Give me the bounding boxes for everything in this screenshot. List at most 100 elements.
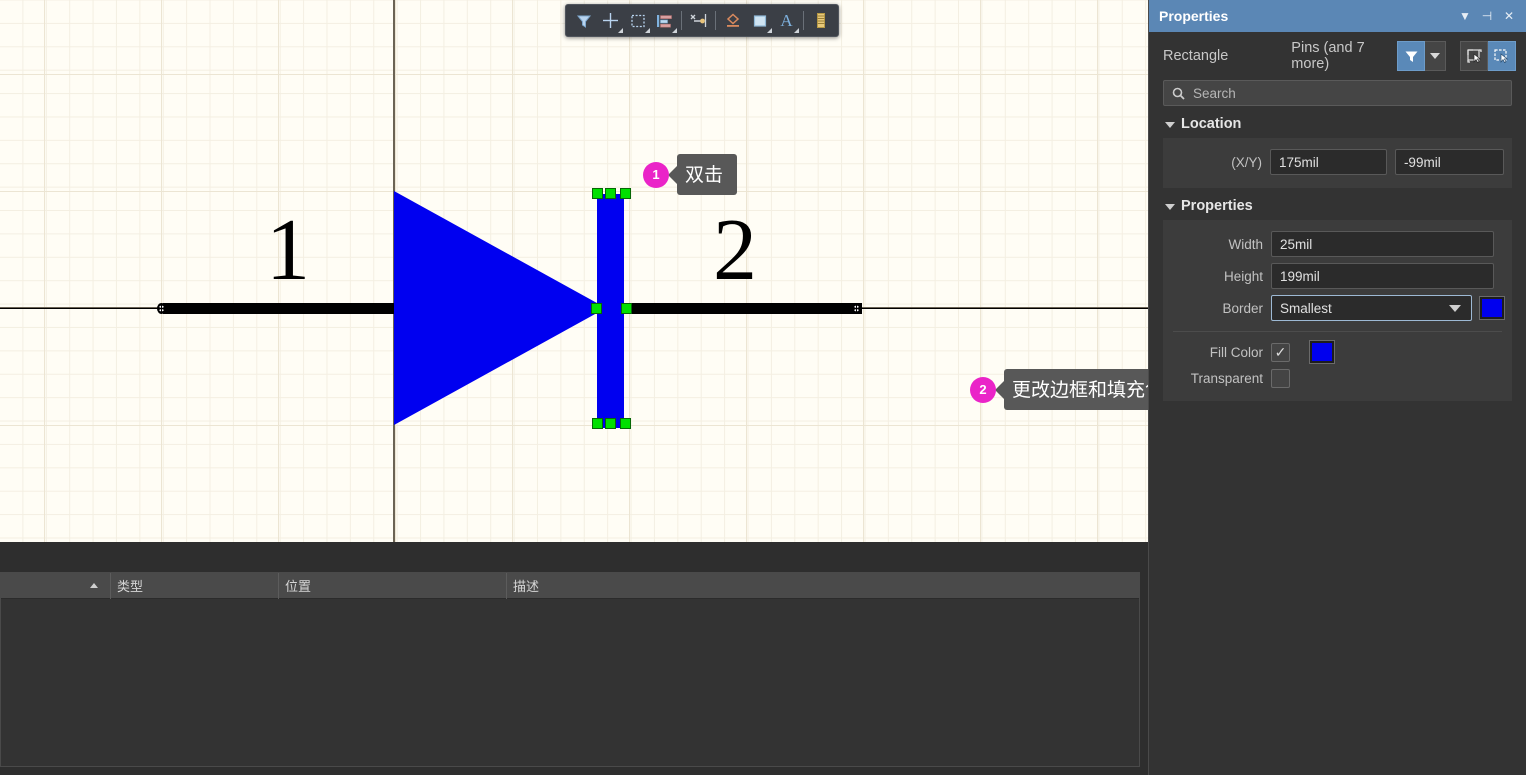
text-dropdown-caret[interactable] <box>794 28 799 33</box>
search-row: Search <box>1149 80 1526 106</box>
selection-handle-bottom-right[interactable] <box>620 418 631 429</box>
properties-object-bar: Rectangle Pins (and 7 more) <box>1149 32 1526 80</box>
transparent-row: Transparent <box>1163 366 1512 391</box>
filter-dropdown-caret[interactable] <box>1425 41 1446 71</box>
select-inside-icon[interactable] <box>1460 41 1488 71</box>
collapse-triangle-icon[interactable] <box>1165 204 1175 210</box>
chevron-down-icon[interactable] <box>1449 304 1461 312</box>
width-row: Width 25mil <box>1163 228 1512 260</box>
section-title-properties: Properties <box>1181 198 1253 214</box>
pin-number-1: 1 <box>266 202 310 299</box>
width-field[interactable]: 25mil <box>1271 231 1494 257</box>
width-label: Width <box>1228 236 1263 252</box>
callout-1-text: 双击 <box>677 154 738 195</box>
filter-icon[interactable] <box>570 7 597 34</box>
place-pin-icon[interactable] <box>685 7 712 34</box>
place-text-icon[interactable]: A <box>773 7 800 34</box>
section-title-location: Location <box>1181 116 1242 132</box>
fill-color-label: Fill Color <box>1209 344 1263 360</box>
close-icon[interactable]: ✕ <box>1498 5 1520 27</box>
border-row: Border Smallest <box>1163 292 1512 324</box>
collapse-triangle-icon[interactable] <box>1165 122 1175 128</box>
xy-label: (X/Y) <box>1231 154 1262 170</box>
place-component-icon[interactable] <box>807 7 834 34</box>
crosshair-dropdown-caret[interactable] <box>618 28 623 33</box>
messages-column-type[interactable]: 类型 <box>111 572 279 599</box>
search-input[interactable]: Search <box>1163 80 1512 106</box>
selection-summary-label: Pins (and 7 more) <box>1291 40 1365 72</box>
callout-1-arrow <box>668 165 677 184</box>
messages-column-location[interactable]: 位置 <box>279 572 507 599</box>
toolbar-separator-3 <box>803 11 804 30</box>
location-y-field[interactable]: -99mil <box>1394 149 1504 175</box>
border-color-swatch[interactable] <box>1479 296 1505 320</box>
selection-mode-button-group[interactable] <box>1460 41 1516 71</box>
dropdown-icon[interactable]: ▼ <box>1454 5 1476 27</box>
section-header-location[interactable]: Location <box>1149 106 1526 138</box>
selection-handle-bottom-center[interactable] <box>605 418 616 429</box>
selection-handle-top-right[interactable] <box>620 188 631 199</box>
floating-toolbar[interactable]: A <box>565 4 839 37</box>
callout-1: 1 双击 <box>643 154 738 195</box>
object-type-label: Rectangle <box>1163 48 1229 64</box>
messages-column-sort[interactable] <box>1 572 111 599</box>
rectangle-dropdown-caret[interactable] <box>767 28 772 33</box>
pin-1-endpoint-grip[interactable] <box>157 303 166 314</box>
callout-2-number: 2 <box>970 376 996 403</box>
section-header-properties[interactable]: Properties <box>1149 188 1526 220</box>
callout-1-number: 1 <box>643 161 669 188</box>
search-input-value: Search <box>1193 85 1236 101</box>
messages-table[interactable]: 类型 位置 描述 <box>0 572 1140 767</box>
transparent-label: Transparent <box>1190 371 1263 386</box>
selection-handle-top-left[interactable] <box>592 188 603 199</box>
select-area-dropdown-caret[interactable] <box>645 28 650 33</box>
properties-titlebar: Properties ▼ ⊣ ✕ <box>1149 0 1526 32</box>
properties-panel: Properties ▼ ⊣ ✕ Rectangle Pins (and 7 m… <box>1148 0 1526 775</box>
filter-button-group[interactable] <box>1397 41 1446 71</box>
diode-triangle[interactable] <box>394 191 606 425</box>
messages-table-header: 类型 位置 描述 <box>1 572 1139 599</box>
messages-table-body[interactable] <box>1 599 1139 766</box>
pin-2-endpoint-grip[interactable] <box>852 303 861 314</box>
border-combobox-value: Smallest <box>1280 300 1332 316</box>
border-label: Border <box>1222 300 1263 316</box>
select-area-icon[interactable] <box>624 7 651 34</box>
page-title: Properties <box>1159 8 1229 24</box>
pin-2-wire[interactable] <box>624 303 862 314</box>
toolbar-separator-2 <box>715 11 716 30</box>
search-icon <box>1172 87 1185 100</box>
fill-color-checkbox[interactable]: ✓ <box>1271 342 1290 362</box>
height-label: Height <box>1223 268 1263 284</box>
align-dropdown-caret[interactable] <box>672 28 677 33</box>
fill-color-row: Fill Color ✓ <box>1163 338 1512 366</box>
location-x-field[interactable]: 175mil <box>1269 149 1387 175</box>
transparent-checkbox[interactable] <box>1271 369 1290 388</box>
filter-icon[interactable] <box>1397 41 1425 71</box>
pin-number-2: 2 <box>713 202 757 299</box>
pin-2-wire-thin <box>856 308 1148 309</box>
pin-1-wire-thin <box>0 308 170 309</box>
selection-handle-middle-left[interactable] <box>591 303 602 314</box>
messages-column-description[interactable]: 描述 <box>507 573 1139 599</box>
selection-handle-bottom-left[interactable] <box>592 418 603 429</box>
place-rectangle-icon[interactable] <box>746 7 773 34</box>
callout-2-arrow <box>995 380 1004 399</box>
schematic-canvas[interactable]: 1 2 <box>0 0 1148 542</box>
sort-ascending-icon[interactable] <box>90 582 98 588</box>
height-field[interactable]: 199mil <box>1271 263 1494 289</box>
place-polygon-icon[interactable] <box>719 7 746 34</box>
properties-divider <box>1173 331 1502 332</box>
selection-handle-middle-right[interactable] <box>621 303 632 314</box>
section-body-location: (X/Y) 175mil -99mil <box>1163 138 1512 188</box>
selection-handle-top-center[interactable] <box>605 188 616 199</box>
select-touching-icon[interactable] <box>1488 41 1516 71</box>
crosshair-icon[interactable] <box>597 7 624 34</box>
align-icon[interactable] <box>651 7 678 34</box>
border-combobox[interactable]: Smallest <box>1271 295 1472 321</box>
pin-icon[interactable]: ⊣ <box>1476 5 1498 27</box>
pin-1-wire[interactable] <box>163 303 396 314</box>
height-row: Height 199mil <box>1163 260 1512 292</box>
location-xy-row: (X/Y) 175mil -99mil <box>1163 146 1512 178</box>
callout-2: 2 更改边框和填充色 <box>970 369 1179 410</box>
fill-color-swatch[interactable] <box>1309 340 1335 364</box>
